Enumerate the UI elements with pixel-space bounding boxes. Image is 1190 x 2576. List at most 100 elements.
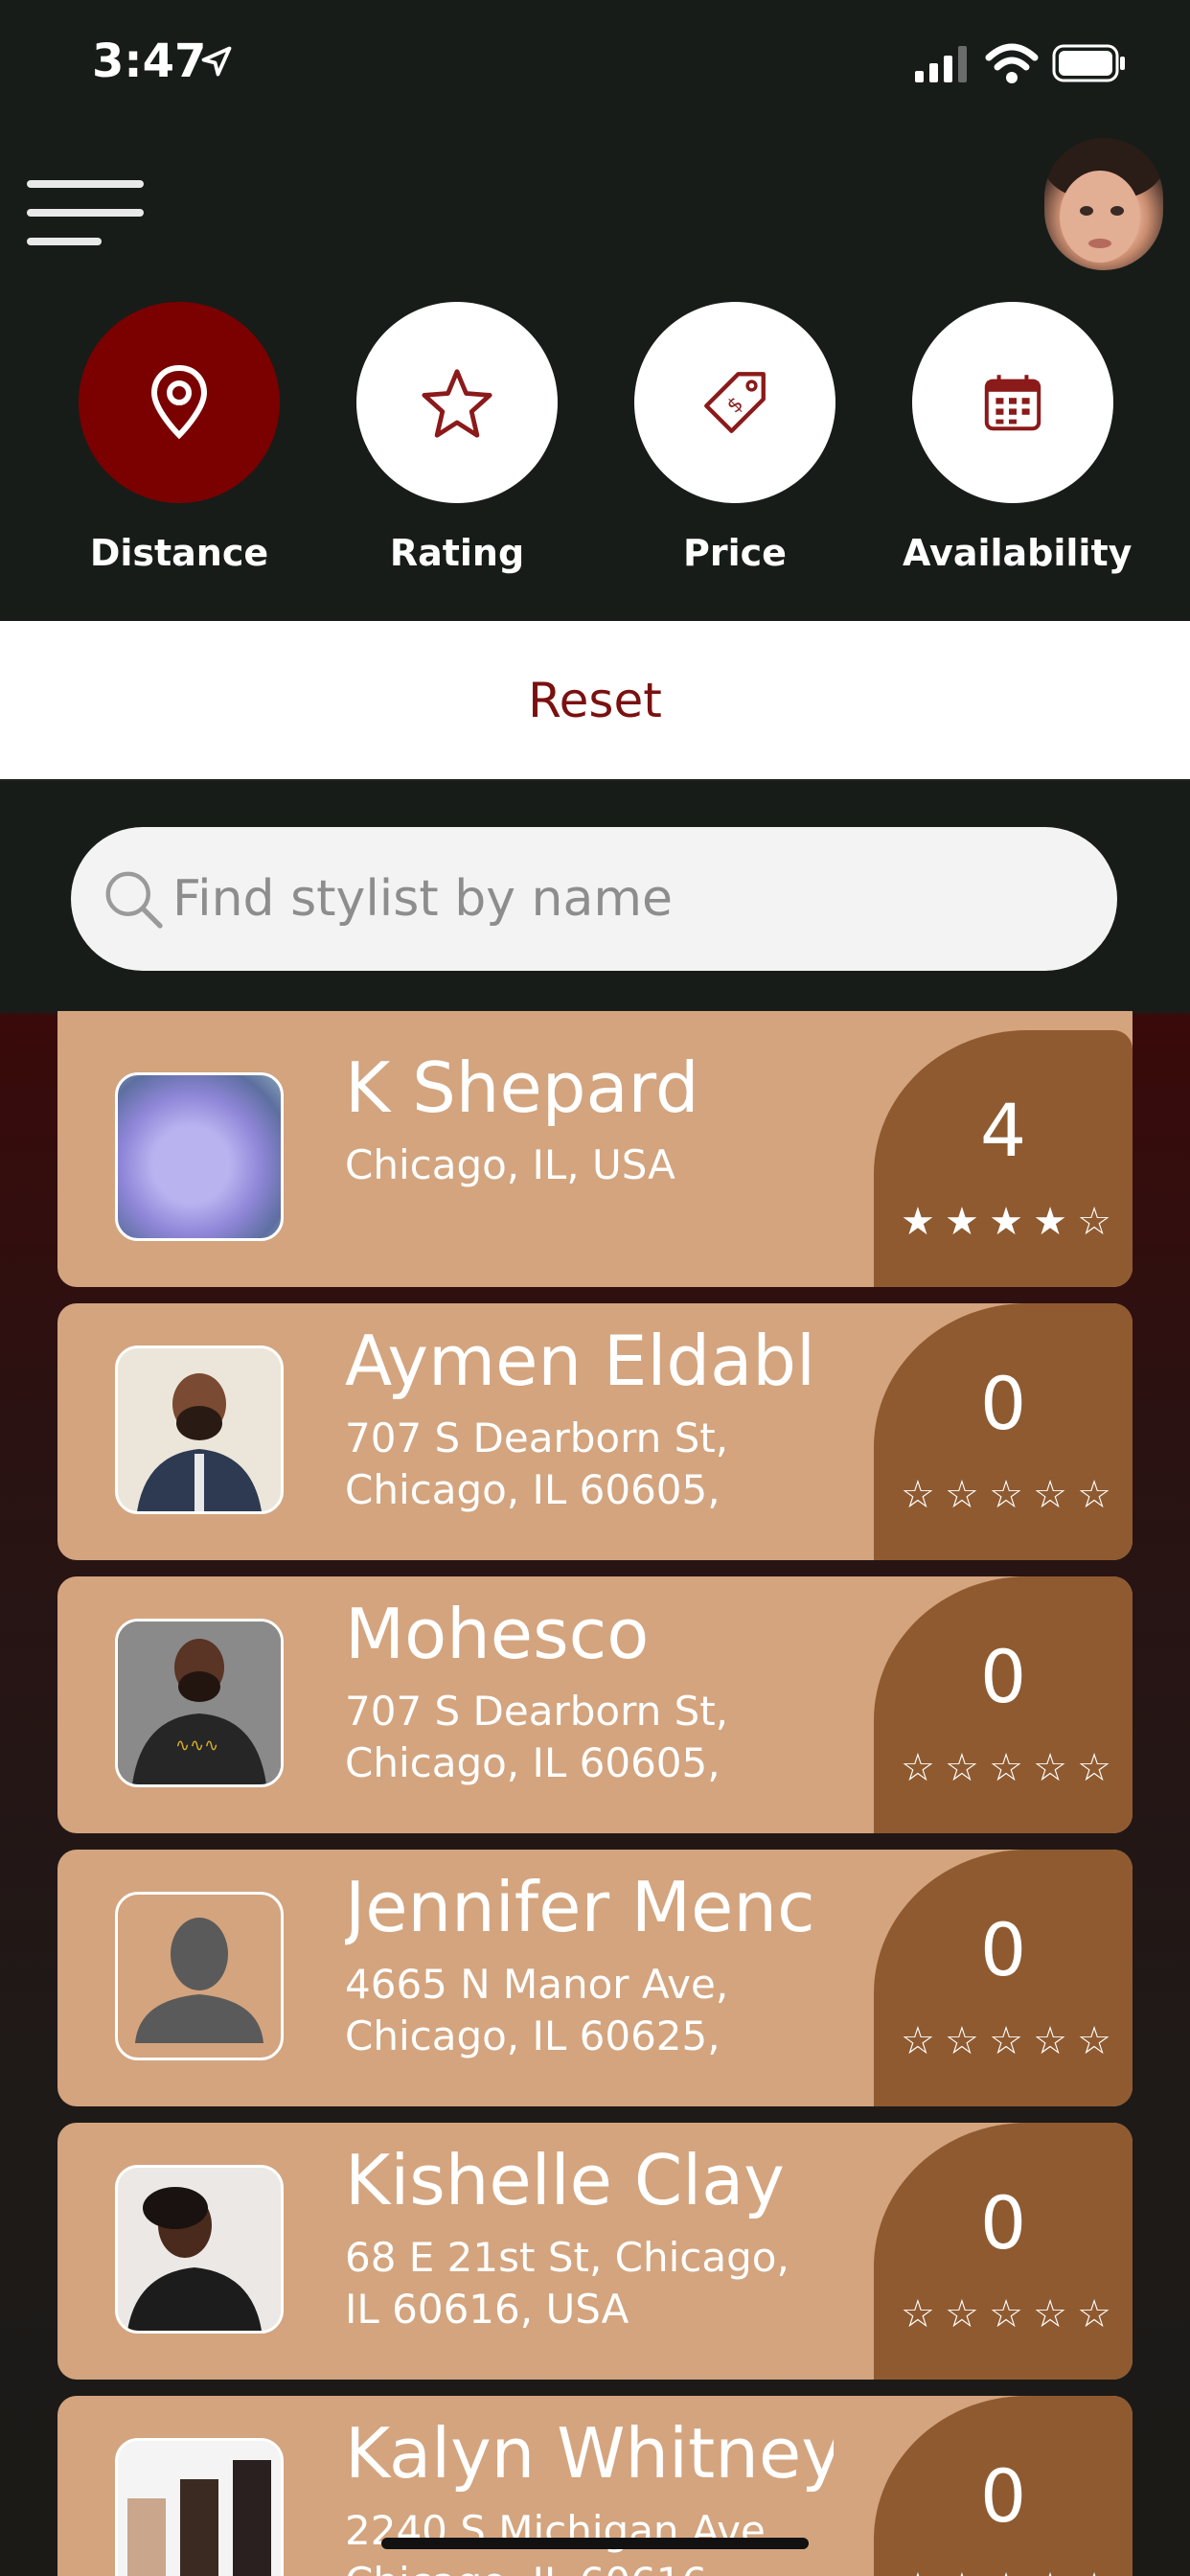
star-filled-icon: ★ bbox=[945, 1200, 979, 1244]
filter-price[interactable]: $ Price bbox=[625, 302, 845, 589]
svg-text:∿∿∿: ∿∿∿ bbox=[175, 1736, 218, 1756]
star-empty-icon: ☆ bbox=[1077, 2568, 1111, 2576]
star-empty-icon: ☆ bbox=[989, 1746, 1023, 1790]
star-filled-icon: ★ bbox=[1033, 1200, 1067, 1244]
price-tag-icon: $ bbox=[704, 372, 766, 433]
star-empty-icon: ☆ bbox=[1033, 1473, 1067, 1517]
stylist-address: 4665 N Manor Ave, Chicago, IL 60625, bbox=[345, 1961, 729, 2059]
location-arrow-icon bbox=[201, 46, 232, 77]
svg-text:$: $ bbox=[722, 392, 747, 417]
star-filled-icon: ★ bbox=[901, 1200, 935, 1244]
filter-rating[interactable]: Rating bbox=[347, 302, 567, 589]
stylist-card[interactable]: Kishelle Clay 68 E 21st St, Chicago, IL … bbox=[57, 2123, 1133, 2380]
filter-distance-circle[interactable] bbox=[79, 302, 280, 503]
rating-value: 4 bbox=[979, 1088, 1027, 1173]
stylist-photo: ∿∿∿ bbox=[115, 1619, 284, 1787]
rating-panel: 4 ★ ★ ★ ★ ☆ bbox=[874, 1030, 1133, 1287]
wifi-icon bbox=[985, 43, 1039, 83]
star-empty-icon: ☆ bbox=[901, 2292, 935, 2336]
battery-icon bbox=[1052, 44, 1125, 82]
calendar-icon bbox=[984, 375, 1041, 431]
star-empty-icon: ☆ bbox=[901, 2019, 935, 2063]
star-empty-icon: ☆ bbox=[901, 2568, 935, 2576]
filter-availability[interactable]: Availability bbox=[903, 302, 1133, 589]
star-empty-icon: ☆ bbox=[1077, 1200, 1111, 1244]
reset-button[interactable]: Reset bbox=[0, 621, 1190, 781]
stylist-address: Chicago, IL, USA bbox=[345, 1141, 675, 1188]
rating-stars: ★ ★ ★ ★ ☆ bbox=[901, 1203, 1111, 1241]
search-icon bbox=[105, 871, 163, 929]
filter-distance-label: Distance bbox=[89, 532, 269, 574]
star-empty-icon: ☆ bbox=[945, 1473, 979, 1517]
rating-stars: ☆☆☆☆☆ bbox=[901, 2022, 1111, 2060]
rating-value: 0 bbox=[979, 1361, 1027, 1446]
avatar-photo bbox=[1044, 138, 1163, 263]
filter-availability-circle[interactable] bbox=[912, 302, 1113, 503]
stylist-name: Aymen Eldabl bbox=[345, 1321, 815, 1401]
star-empty-icon: ☆ bbox=[901, 1473, 935, 1517]
stylist-photo bbox=[115, 2438, 284, 2576]
filter-distance[interactable]: Distance bbox=[69, 302, 289, 589]
default-avatar-icon bbox=[135, 1918, 263, 2043]
filter-rating-circle[interactable] bbox=[356, 302, 558, 503]
stylist-photo-image bbox=[118, 2441, 281, 2576]
star-empty-icon: ☆ bbox=[989, 2292, 1023, 2336]
star-empty-icon: ☆ bbox=[989, 2568, 1023, 2576]
rating-panel: 0 ☆☆☆☆☆ bbox=[874, 2123, 1133, 2380]
star-empty-icon: ☆ bbox=[945, 2019, 979, 2063]
rating-panel: 0 ☆☆☆☆☆ bbox=[874, 2396, 1133, 2576]
stylist-photo bbox=[115, 2165, 284, 2334]
stylist-name: Kalyn Whitney bbox=[345, 2413, 834, 2494]
star-empty-icon: ☆ bbox=[1077, 2292, 1111, 2336]
star-empty-icon: ☆ bbox=[1077, 2019, 1111, 2063]
stylist-card[interactable]: Aymen Eldabl 707 S Dearborn St, Chicago,… bbox=[57, 1303, 1133, 1560]
stylist-list[interactable]: K Shepard Chicago, IL, USA 4 ★ ★ ★ ★ ☆ Aymen… bbox=[0, 1011, 1190, 2576]
stylist-card[interactable]: Jennifer Menc 4665 N Manor Ave, Chicago,… bbox=[57, 1850, 1133, 2106]
stylist-photo-image: ∿∿∿ bbox=[118, 1622, 281, 1784]
rating-value: 0 bbox=[979, 1907, 1027, 1992]
filter-price-circle[interactable]: $ bbox=[634, 302, 835, 503]
star-empty-icon: ☆ bbox=[1077, 1473, 1111, 1517]
stylist-card[interactable]: K Shepard Chicago, IL, USA 4 ★ ★ ★ ★ ☆ bbox=[57, 1030, 1133, 1287]
stylist-name: Mohesco bbox=[345, 1594, 650, 1674]
stylist-name: Kishelle Clay bbox=[345, 2140, 785, 2220]
star-empty-icon: ☆ bbox=[945, 2568, 979, 2576]
search-input[interactable] bbox=[172, 827, 1035, 971]
filter-availability-label: Availability bbox=[903, 532, 1133, 574]
reset-label: Reset bbox=[528, 672, 662, 728]
star-filled-icon: ★ bbox=[989, 1200, 1023, 1244]
rating-panel: 0 ☆☆☆☆☆ bbox=[874, 1303, 1133, 1560]
stylist-card[interactable]: ∿∿∿ Mohesco 707 S Dearborn St, Chicago, … bbox=[57, 1576, 1133, 1833]
header: Distance Rating $ Price Availability bbox=[0, 134, 1190, 621]
stylist-photo bbox=[115, 1346, 284, 1514]
home-indicator bbox=[381, 2538, 809, 2549]
stylist-photo bbox=[115, 1072, 284, 1241]
stylist-address: 68 E 21st St, Chicago, IL 60616, USA bbox=[345, 2234, 790, 2333]
rating-stars: ☆☆☆☆☆ bbox=[901, 1476, 1111, 1514]
user-avatar[interactable] bbox=[1044, 138, 1163, 270]
stylist-photo-image bbox=[118, 2168, 281, 2331]
rating-value: 0 bbox=[979, 1634, 1027, 1719]
rating-panel: 0 ☆☆☆☆☆ bbox=[874, 1850, 1133, 2106]
filter-rating-label: Rating bbox=[389, 532, 525, 574]
stylist-name: Jennifer Menc bbox=[345, 1867, 815, 1947]
hamburger-menu-button[interactable] bbox=[27, 180, 144, 247]
rating-stars: ☆☆☆☆☆ bbox=[901, 2295, 1111, 2334]
star-empty-icon: ☆ bbox=[1033, 2568, 1067, 2576]
filter-price-label: Price bbox=[683, 532, 787, 574]
search-area bbox=[0, 781, 1190, 1011]
cellular-signal-icon bbox=[915, 46, 967, 82]
stylist-photo-image bbox=[118, 1348, 281, 1511]
star-empty-icon: ☆ bbox=[945, 1746, 979, 1790]
star-empty-icon: ☆ bbox=[901, 1746, 935, 1790]
star-empty-icon: ☆ bbox=[1033, 1746, 1067, 1790]
star-empty-icon: ☆ bbox=[989, 1473, 1023, 1517]
status-time: 3:47 bbox=[92, 34, 207, 88]
rating-panel: 0 ☆☆☆☆☆ bbox=[874, 1576, 1133, 1833]
star-empty-icon: ☆ bbox=[945, 2292, 979, 2336]
star-empty-icon: ☆ bbox=[1077, 1746, 1111, 1790]
rating-stars: ☆ ☆ ☆ ☆ ☆ bbox=[901, 2568, 1111, 2576]
star-empty-icon: ☆ bbox=[1033, 2292, 1067, 2336]
rating-stars: ☆☆☆☆☆ bbox=[901, 1749, 1111, 1787]
search-box[interactable] bbox=[71, 827, 1117, 971]
